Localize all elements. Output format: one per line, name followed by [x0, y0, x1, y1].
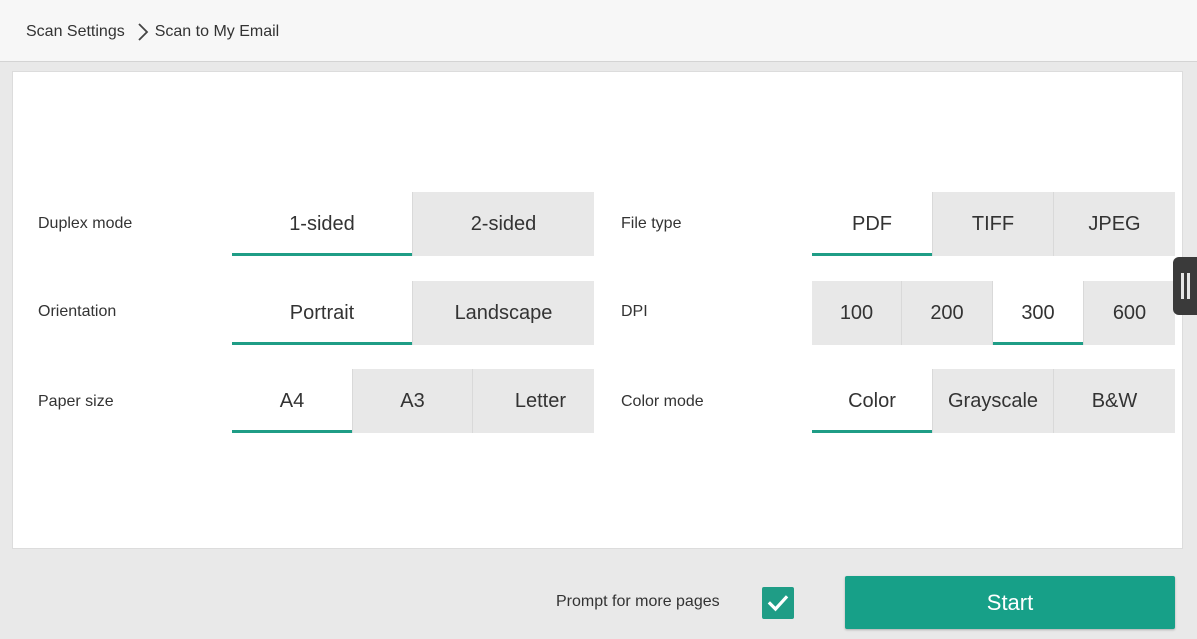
- breadcrumb: Scan Settings Scan to My Email: [26, 20, 279, 44]
- dpi-option-200[interactable]: 200: [902, 281, 993, 345]
- color-mode-segmented: Color Grayscale B&W: [812, 369, 1175, 433]
- file-type-option-jpeg[interactable]: JPEG: [1054, 192, 1175, 256]
- file-type-segmented: PDF TIFF JPEG: [812, 192, 1175, 256]
- duplex-mode-segmented: 1-sided 2-sided: [232, 192, 594, 256]
- duplex-option-1-sided[interactable]: 1-sided: [232, 192, 413, 256]
- chevron-right-icon: [134, 22, 152, 42]
- prompt-more-pages-label: Prompt for more pages: [556, 593, 720, 610]
- orientation-option-portrait[interactable]: Portrait: [232, 281, 413, 345]
- check-icon: [767, 595, 789, 612]
- prompt-more-pages-checkbox[interactable]: [762, 587, 794, 619]
- handle-bar: [1180, 273, 1184, 299]
- paper-size-option-a4[interactable]: A4: [232, 369, 353, 433]
- color-mode-option-color[interactable]: Color: [812, 369, 933, 433]
- breadcrumb-parent[interactable]: Scan Settings: [26, 23, 125, 41]
- file-type-label: File type: [621, 215, 682, 232]
- orientation-label: Orientation: [38, 303, 117, 320]
- duplex-mode-label: Duplex mode: [38, 215, 133, 232]
- dpi-option-300[interactable]: 300: [993, 281, 1084, 345]
- color-mode-option-grayscale[interactable]: Grayscale: [933, 369, 1054, 433]
- start-button[interactable]: Start: [845, 576, 1175, 629]
- file-type-option-pdf[interactable]: PDF: [812, 192, 933, 256]
- paper-size-segmented: A4 A3 Letter: [232, 369, 594, 433]
- dpi-segmented: 100 200 300 600: [812, 281, 1175, 345]
- paper-size-option-letter[interactable]: Letter: [473, 369, 594, 433]
- top-bar: Scan Settings Scan to My Email: [0, 0, 1197, 62]
- paper-size-option-a3[interactable]: A3: [353, 369, 473, 433]
- handle-bar: [1186, 273, 1190, 299]
- drag-handle-icon[interactable]: [1173, 257, 1197, 315]
- dpi-label: DPI: [621, 303, 648, 320]
- duplex-option-2-sided[interactable]: 2-sided: [413, 192, 594, 256]
- breadcrumb-current: Scan to My Email: [154, 23, 280, 40]
- orientation-segmented: Portrait Landscape: [232, 281, 594, 345]
- paper-size-label: Paper size: [38, 393, 114, 410]
- file-type-option-tiff[interactable]: TIFF: [933, 192, 1054, 256]
- orientation-option-landscape[interactable]: Landscape: [413, 281, 594, 345]
- dpi-option-100[interactable]: 100: [812, 281, 902, 345]
- color-mode-label: Color mode: [621, 393, 704, 410]
- dpi-option-600[interactable]: 600: [1084, 281, 1175, 345]
- color-mode-option-bw[interactable]: B&W: [1054, 369, 1175, 433]
